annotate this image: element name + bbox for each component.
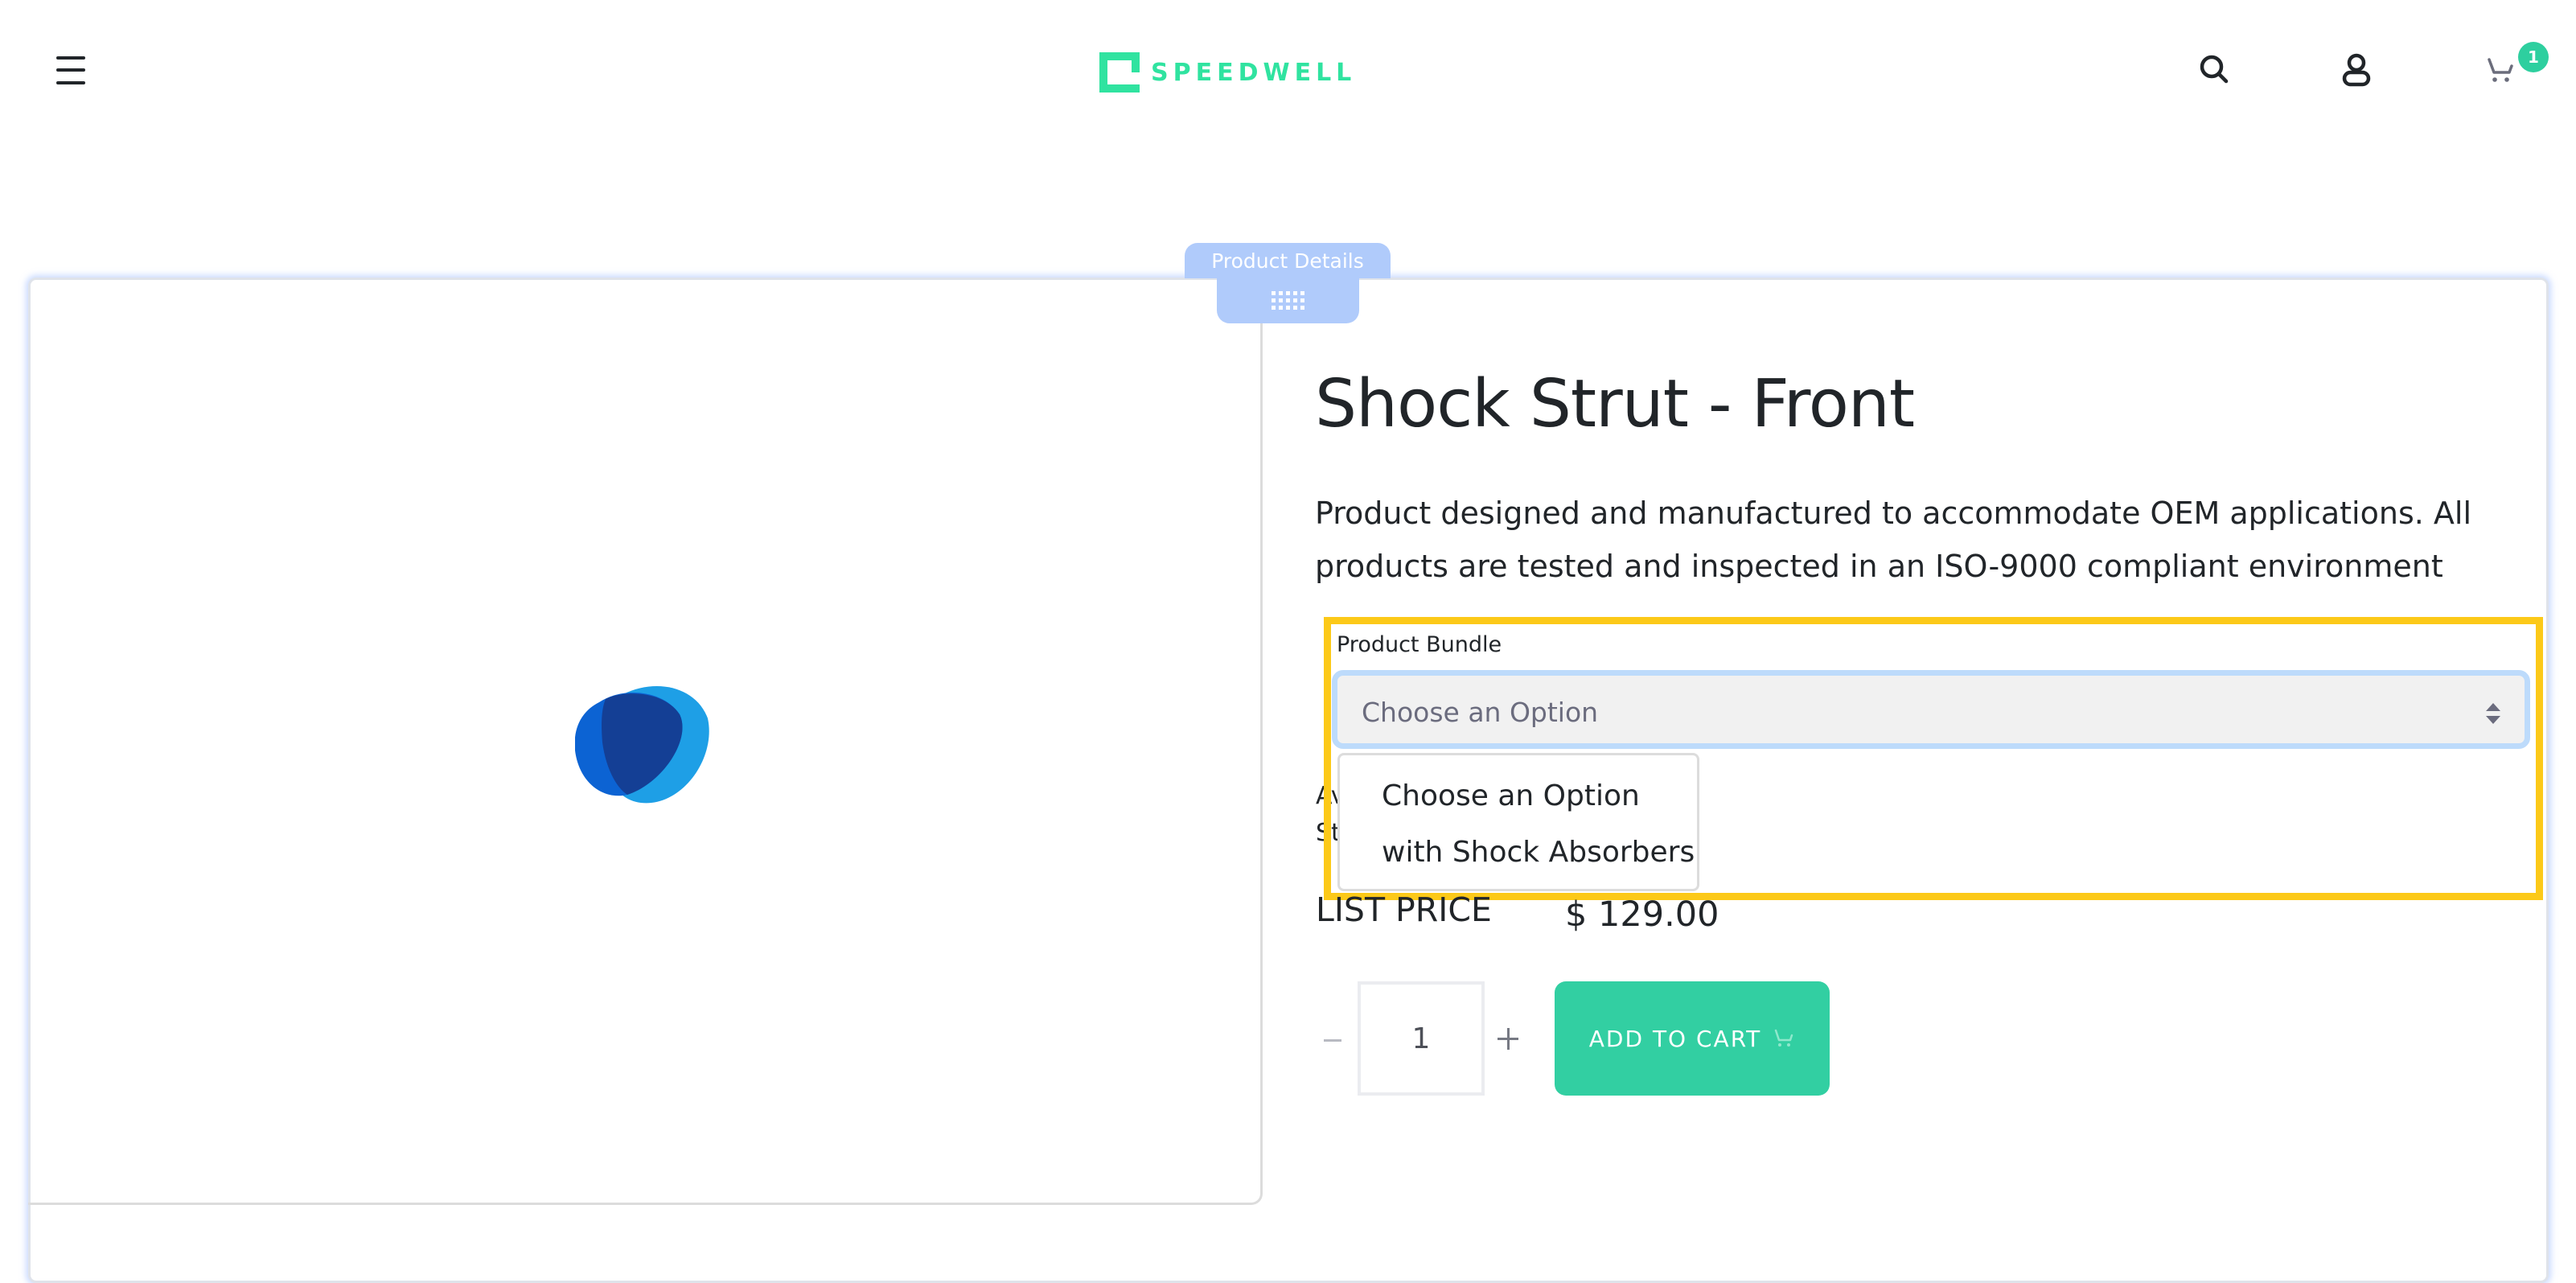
dropdown-option[interactable]: Choose an Option — [1382, 779, 1640, 812]
add-to-cart-button[interactable]: ADD TO CART — [1555, 981, 1830, 1096]
quantity-increment-button[interactable] — [1493, 1020, 1525, 1052]
list-price-label: LIST PRICE — [1316, 890, 1492, 929]
menu-bar — [56, 81, 85, 84]
section-label-tab: Product Details — [1185, 243, 1391, 278]
product-bundle-select[interactable]: Choose an Option — [1332, 670, 2530, 749]
logo-mark-icon — [1099, 52, 1140, 93]
select-arrows-icon — [2486, 703, 2500, 724]
site-header: SPEEDWELL 1 — [0, 0, 2576, 137]
cart-count-badge: 1 — [2518, 42, 2549, 72]
quantity-decrement-button[interactable] — [1319, 1020, 1346, 1052]
drag-handle[interactable] — [1217, 277, 1359, 323]
product-bundle-label: Product Bundle — [1337, 632, 1502, 657]
drag-grip-icon — [1272, 290, 1304, 310]
add-to-cart-label: ADD TO CART — [1588, 1025, 1762, 1052]
user-account-icon[interactable] — [2342, 53, 2371, 87]
quantity-input[interactable] — [1358, 981, 1485, 1096]
cart-icon — [1774, 1029, 1793, 1047]
search-icon[interactable] — [2198, 53, 2230, 85]
menu-bar — [56, 68, 85, 72]
product-title: Shock Strut - Front — [1315, 366, 1915, 442]
selected-option: Choose an Option — [1362, 697, 1599, 728]
menu-icon[interactable] — [56, 53, 87, 85]
brand-logo[interactable]: SPEEDWELL — [1099, 51, 1356, 93]
dropdown-option[interactable]: with Shock Absorbers — [1382, 836, 1695, 869]
menu-bar — [56, 56, 85, 60]
product-image-placeholder — [574, 678, 712, 807]
product-description: Product designed and manufactured to acc… — [1315, 496, 2472, 584]
cart-icon[interactable] — [2487, 56, 2519, 85]
brand-name: SPEEDWELL — [1151, 58, 1357, 87]
list-price-value: $ 129.00 — [1565, 894, 1719, 935]
bundle-options-dropdown: Choose an Option with Shock Absorbers — [1337, 753, 1699, 891]
